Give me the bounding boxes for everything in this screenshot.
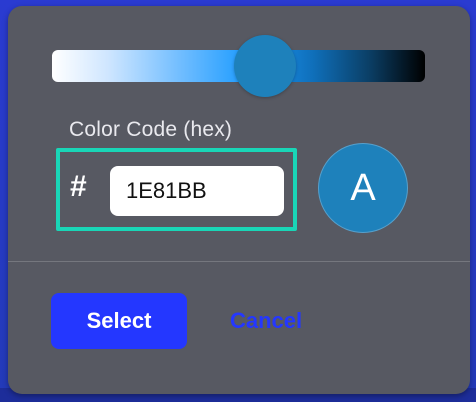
color-picker-dialog: Color Code (hex) # A Select Cancel — [8, 6, 470, 394]
color-code-label: Color Code (hex) — [69, 118, 233, 141]
divider — [8, 261, 470, 262]
preview-letter: A — [350, 167, 376, 209]
color-slider-thumb[interactable] — [234, 35, 296, 97]
hex-input-group: # — [56, 148, 297, 231]
color-preview: A — [318, 143, 408, 233]
hash-symbol: # — [70, 170, 87, 203]
cancel-button[interactable]: Cancel — [220, 302, 312, 340]
select-button[interactable]: Select — [51, 293, 187, 349]
hex-input[interactable] — [110, 166, 284, 216]
